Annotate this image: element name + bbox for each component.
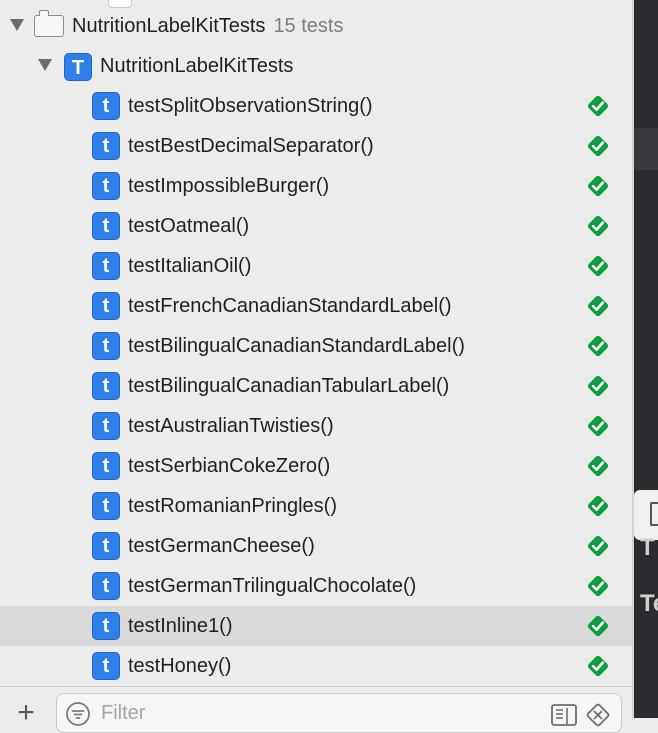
test-method-icon: t [92,172,120,200]
disclosure-triangle-icon[interactable] [38,59,52,71]
test-row[interactable]: t testHoney() [0,646,632,686]
passed-checkmark-icon[interactable] [586,614,610,638]
test-class-row[interactable]: T NutritionLabelKitTests [0,46,632,86]
disclosure-triangle-icon[interactable] [10,19,24,31]
editor-highlight-band [634,128,658,170]
bundle-test-count: 15 tests [273,15,344,37]
filter-input[interactable] [99,698,523,728]
passed-checkmark-icon[interactable] [586,174,610,198]
test-name: testBilingualCanadianTabularLabel() [128,375,450,397]
editor-area: T Te [634,0,658,718]
test-name: testHoney() [128,655,232,677]
passed-checkmark-icon[interactable] [586,334,610,358]
passed-checkmark-icon[interactable] [586,414,610,438]
passed-checkmark-icon[interactable] [586,494,610,518]
test-method-icon: t [92,572,120,600]
test-method-icon: t [92,132,120,160]
test-name: testGermanCheese() [128,535,315,557]
test-method-icon: t [92,292,120,320]
test-method-icon: t [92,452,120,480]
test-method-icon: t [92,252,120,280]
test-row[interactable]: t testOatmeal() [0,206,632,246]
passed-checkmark-icon[interactable] [586,94,610,118]
test-name: testSerbianCokeZero() [128,455,331,477]
test-name: testGermanTrilingualChocolate() [128,575,417,597]
test-row[interactable]: t testGermanCheese() [0,526,632,566]
bundle-label: NutritionLabelKitTests 15 tests [72,6,343,46]
passed-checkmark-icon[interactable] [586,534,610,558]
passed-checkmark-icon[interactable] [586,294,610,318]
test-row[interactable]: t testInline1() [0,606,632,646]
test-row[interactable]: t testGermanTrilingualChocolate() [0,566,632,606]
test-name: testItalianOil() [128,255,252,277]
passed-checkmark-icon[interactable] [586,134,610,158]
test-class-name: NutritionLabelKitTests [100,55,294,77]
test-method-icon: t [92,212,120,240]
test-method-icon: t [92,372,120,400]
test-name: testFrenchCanadianStandardLabel() [128,295,452,317]
filter-field[interactable] [56,693,622,733]
test-method-icon: t [92,332,120,360]
test-method-icon: t [92,532,120,560]
test-row[interactable]: t testAustralianTwisties() [0,406,632,446]
test-class-icon: T [64,53,92,81]
test-method-icon: t [92,492,120,520]
test-name: testInline1() [128,615,233,637]
test-navigator: NutritionLabelKitTests 15 tests T Nutriti… [0,0,632,718]
bundle-row[interactable]: NutritionLabelKitTests 15 tests [0,6,632,46]
test-row[interactable]: t testSplitObservationString() [0,86,632,126]
passed-checkmark-icon[interactable] [586,454,610,478]
passed-checkmark-icon[interactable] [586,254,610,278]
test-row[interactable]: t testSerbianCokeZero() [0,446,632,486]
test-name: testBilingualCanadianStandardLabel() [128,335,465,357]
test-method-icon: t [92,652,120,680]
test-name: testAustralianTwisties() [128,415,334,437]
filter-icon [66,702,90,726]
passed-checkmark-icon[interactable] [586,214,610,238]
test-row[interactable]: t testItalianOil() [0,246,632,286]
test-row[interactable]: t testImpossibleBurger() [0,166,632,206]
clear-x-icon[interactable] [585,702,611,728]
test-name: testImpossibleBurger() [128,175,330,197]
test-row[interactable]: t testFrenchCanadianStandardLabel() [0,286,632,326]
bundle-name: NutritionLabelKitTests [72,15,266,37]
test-row[interactable]: t testBestDecimalSeparator() [0,126,632,166]
test-row[interactable]: t testBilingualCanadianTabularLabel() [0,366,632,406]
test-name: testRomanianPringles() [128,495,337,517]
editor-popover [634,490,658,540]
test-name: testBestDecimalSeparator() [128,135,374,157]
passed-checkmark-icon[interactable] [586,654,610,678]
test-method-icon: t [92,92,120,120]
editor-text-fragment: Te [640,590,658,617]
passed-checkmark-icon[interactable] [586,574,610,598]
passed-checkmark-icon[interactable] [586,374,610,398]
scheme-filter-icon[interactable] [551,704,577,726]
test-row[interactable]: t testBilingualCanadianStandardLabel() [0,326,632,366]
test-name: testOatmeal() [128,215,250,237]
editor-text-fragment: T [640,534,655,561]
add-button[interactable]: + [12,698,40,728]
test-name: testSplitObservationString() [128,95,373,117]
test-row[interactable]: t testRomanianPringles() [0,486,632,526]
test-method-icon: t [92,412,120,440]
navigator-filter-bar: + [0,686,632,733]
test-bundle-folder-icon [34,10,64,37]
document-icon [650,502,658,526]
test-method-icon: t [92,612,120,640]
